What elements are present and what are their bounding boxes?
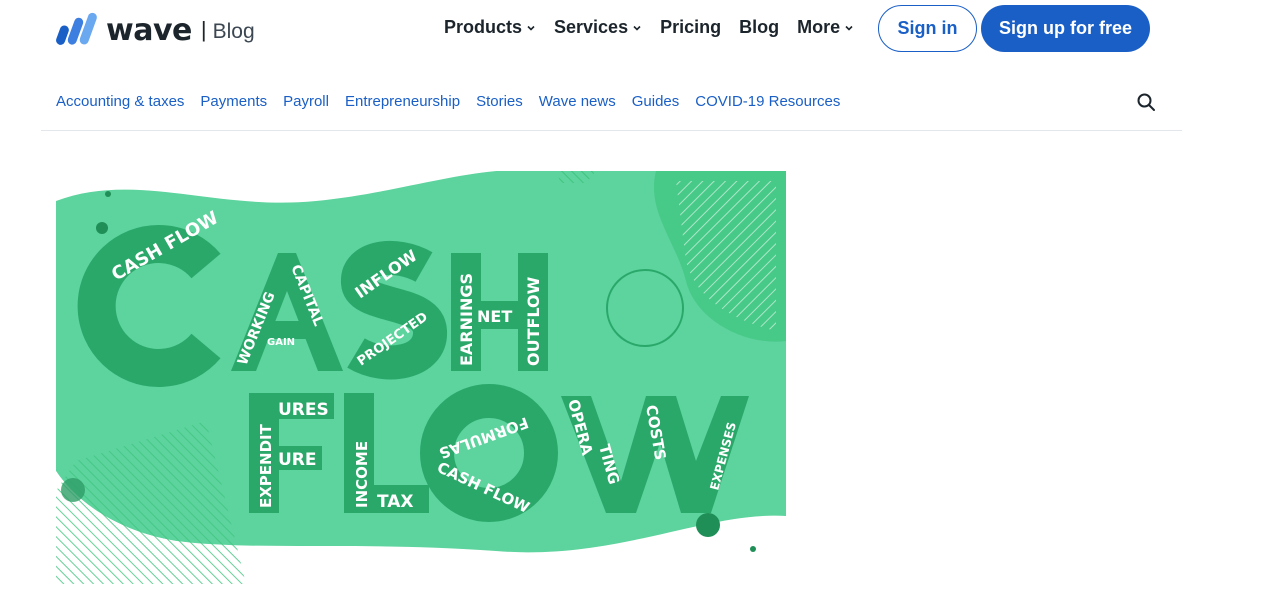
chevron-down-icon: [633, 25, 641, 31]
word-tax: TAX: [377, 492, 414, 512]
wave-logo-icon: [56, 12, 97, 45]
brand-separator: |: [200, 17, 207, 42]
chevron-down-icon: [527, 25, 535, 31]
nav-item-label: Blog: [739, 17, 780, 37]
sign-up-button[interactable]: Sign up for free: [981, 5, 1150, 52]
main-nav: Products Services Pricing Blog More: [444, 17, 872, 38]
category-accounting-taxes[interactable]: Accounting & taxes: [56, 93, 184, 110]
dot-decoration: [61, 478, 85, 502]
word-expenditures-c: URE: [278, 450, 317, 470]
nav-item-label: Services: [554, 17, 629, 37]
category-payroll[interactable]: Payroll: [283, 93, 329, 110]
search-icon[interactable]: [1136, 92, 1156, 112]
word-expenditures-a: EXPENDIT: [257, 423, 275, 508]
header-divider: [41, 130, 1182, 131]
dot-decoration: [96, 222, 108, 234]
brand-section: Blog: [212, 19, 255, 43]
nav-item-products[interactable]: Products: [444, 17, 536, 38]
chevron-down-icon: [845, 25, 853, 31]
dot-decoration: [750, 546, 756, 552]
category-covid-19-resources[interactable]: COVID-19 Resources: [695, 93, 840, 110]
sign-in-button[interactable]: Sign in: [878, 5, 977, 52]
cash-flow-illustration: CASH FLOW WORKING CAPITAL GAIN INFLOW PR…: [56, 171, 786, 584]
category-nav: Accounting & taxes Payments Payroll Entr…: [56, 93, 856, 110]
category-payments[interactable]: Payments: [200, 93, 267, 110]
category-entrepreneurship[interactable]: Entrepreneurship: [345, 93, 460, 110]
nav-item-pricing[interactable]: Pricing: [660, 17, 721, 38]
nav-item-label: Products: [444, 17, 523, 37]
nav-item-blog[interactable]: Blog: [739, 17, 779, 38]
word-earnings: EARNINGS: [457, 273, 476, 366]
word-net: NET: [477, 307, 512, 326]
wave-logo[interactable]: wave | Blog: [56, 10, 255, 50]
site-header: wave | Blog Products Services Pricing Bl…: [0, 0, 1274, 60]
word-gain: GAIN: [267, 337, 295, 348]
word-expenditures-b: URES: [278, 400, 329, 420]
nav-item-more[interactable]: More: [797, 17, 854, 38]
hero-image[interactable]: CASH FLOW WORKING CAPITAL GAIN INFLOW PR…: [56, 171, 786, 584]
dot-decoration: [696, 513, 720, 537]
nav-item-services[interactable]: Services: [554, 17, 642, 38]
category-guides[interactable]: Guides: [632, 93, 680, 110]
nav-item-label: Pricing: [660, 17, 722, 37]
dot-decoration: [105, 191, 111, 197]
word-income: INCOME: [353, 441, 371, 508]
word-outflow: OUTFLOW: [524, 276, 543, 366]
category-stories[interactable]: Stories: [476, 93, 523, 110]
brand-name: wave: [106, 12, 192, 48]
nav-item-label: More: [797, 17, 841, 37]
category-wave-news[interactable]: Wave news: [539, 93, 616, 110]
